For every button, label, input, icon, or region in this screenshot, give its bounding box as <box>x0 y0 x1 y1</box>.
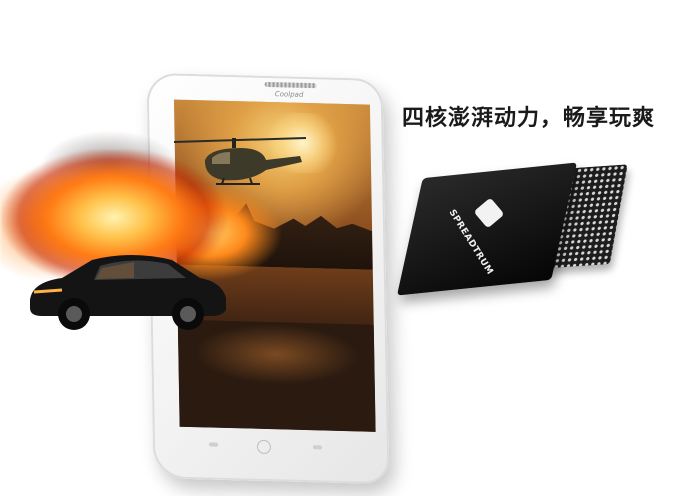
phone-brand: Coolpad <box>274 90 304 99</box>
headline: 四核澎湃动力，畅享玩爽 <box>402 106 656 131</box>
home-button[interactable] <box>256 439 272 455</box>
product-banner: Coolpad 四核澎湃动力，畅享玩爽 SPREADTRUM <box>0 0 673 496</box>
menu-key[interactable] <box>312 445 322 450</box>
back-key[interactable] <box>208 442 218 447</box>
earpiece-speaker <box>264 81 317 89</box>
car-icon <box>30 255 226 330</box>
screen-ground <box>177 319 376 432</box>
